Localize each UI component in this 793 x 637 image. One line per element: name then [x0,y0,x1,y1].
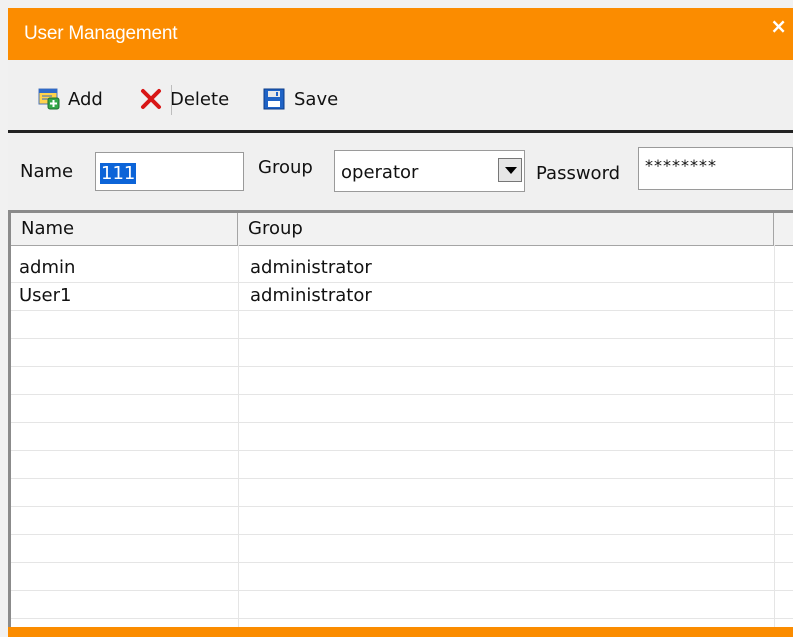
password-field[interactable]: ******** [638,147,793,190]
chevron-down-icon[interactable] [498,158,522,182]
user-form: Name 111 Group operator Password *******… [8,133,793,210]
table-row[interactable] [11,366,793,395]
table-row[interactable]: admin administrator [11,254,793,283]
table-row[interactable] [11,506,793,535]
title-bar[interactable]: User Management × [8,8,793,60]
name-label: Name [20,161,74,182]
column-header-name[interactable]: Name [11,213,238,245]
table-cell-group: administrator [250,257,372,278]
name-value: 111 [100,163,137,184]
table-row[interactable] [11,450,793,479]
save-icon [263,88,285,110]
user-management-window: User Management × Add Delete Save Name 1… [0,0,793,637]
toolbar: Add Delete Save [8,60,793,133]
add-button[interactable]: Add [38,86,103,112]
column-divider [238,245,239,627]
bottom-accent-bar [8,627,793,637]
add-label: Add [68,88,103,110]
window-title: User Management [24,23,178,44]
column-divider [774,245,775,627]
table-row[interactable] [11,394,793,423]
table-row[interactable] [11,562,793,591]
table-row[interactable]: User1 administrator [11,282,793,311]
table-row[interactable] [11,534,793,563]
table-row[interactable] [11,478,793,507]
users-table: Name Group admin administrator User1 adm… [8,210,793,627]
table-cell-name: admin [19,257,76,278]
add-user-icon [38,88,60,110]
password-label: Password [536,163,621,184]
delete-button[interactable]: Delete [140,86,229,112]
close-icon[interactable]: × [770,16,787,36]
table-header: Name Group [11,213,793,246]
password-value: ******** [645,156,717,175]
table-cell-group: administrator [250,285,372,306]
column-header-spacer [774,213,793,245]
table-row[interactable] [11,590,793,619]
group-select-value: operator [341,162,419,183]
toolbar-separator [171,85,172,115]
save-button[interactable]: Save [262,86,338,112]
table-cell-name: User1 [19,285,72,306]
name-input[interactable]: 111 [95,152,244,191]
group-select[interactable]: operator [334,150,525,192]
delete-icon [141,89,161,109]
delete-label: Delete [170,88,230,110]
table-row[interactable] [11,422,793,451]
table-row[interactable] [11,310,793,339]
save-label: Save [294,88,339,110]
column-header-group[interactable]: Group [238,213,774,245]
group-label: Group [258,157,313,178]
table-row[interactable] [11,338,793,367]
